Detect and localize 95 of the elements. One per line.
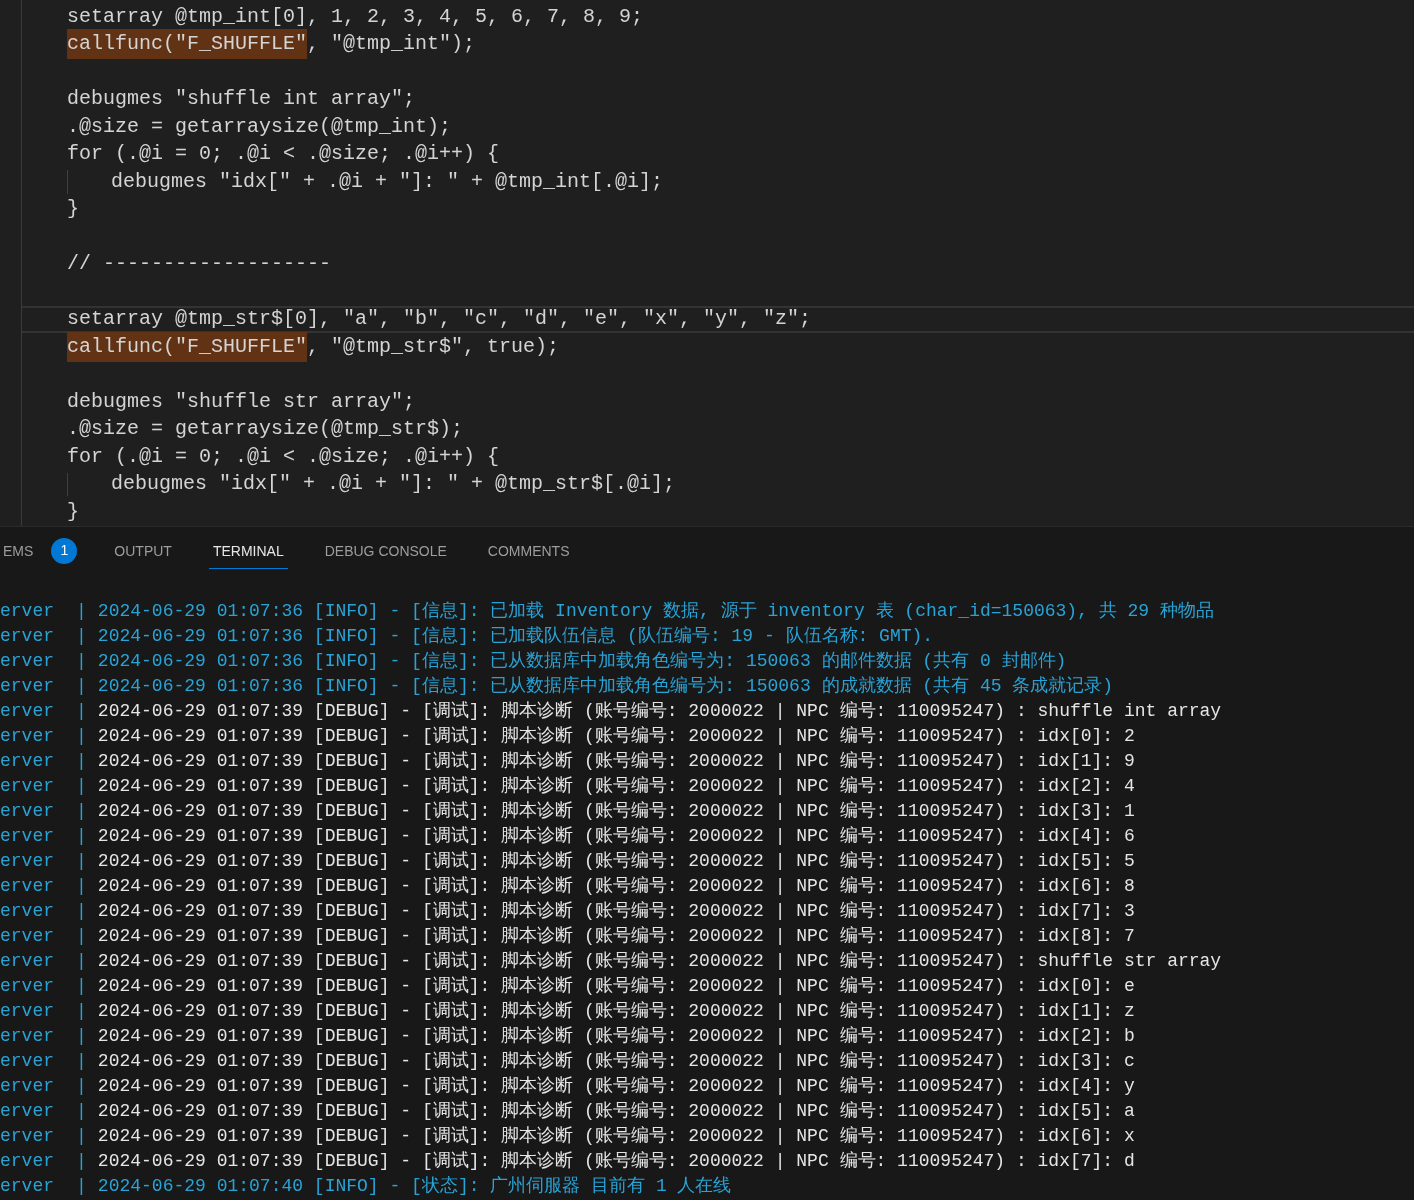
log-line: 2024-06-29 01:07:40 [INFO] - [状态]: 广州伺服器 目前有 1 人在线 xyxy=(97,1175,732,1198)
panel-tab[interactable]: OUTPUT xyxy=(110,534,176,569)
log-line: 2024-06-29 01:07:39 [DEBUG] - [调试]: 脚本诊断 (账号编号: 2000022 | NPC 编号: 110095247) : idx[2]: 4 xyxy=(97,775,1135,798)
log-line: 2024-06-29 01:07:36 [INFO] - [信息]: 已加载 Inventory 数据, 源于 inventory 表 (char_id=150063), 共 29 种物品 xyxy=(97,600,1214,623)
terminal-source: erver xyxy=(0,800,54,823)
log-line: 2024-06-29 01:07:36 [INFO] - [信息]: 已加载队伍信息 (队伍编号: 19 - 队伍名称: GMT). xyxy=(97,625,934,648)
log-line: 2024-06-29 01:07:39 [DEBUG] - [调试]: 脚本诊断 (账号编号: 2000022 | NPC 编号: 110095247) : idx[3]: 1 xyxy=(97,800,1135,823)
separator: | xyxy=(76,875,87,898)
log-line: 2024-06-29 01:07:39 [DEBUG] - [调试]: 脚本诊断 (账号编号: 2000022 | NPC 编号: 110095247) : shuffle int array xyxy=(97,700,1222,723)
separator: | xyxy=(76,700,87,723)
panel-tab[interactable]: EMS xyxy=(0,534,38,569)
separator: | xyxy=(76,850,87,873)
panel-tab[interactable]: COMMENTS xyxy=(483,534,574,569)
terminal-source: erver xyxy=(0,1075,54,1098)
separator: | xyxy=(76,1025,87,1048)
log-line: 2024-06-29 01:07:39 [DEBUG] - [调试]: 脚本诊断 (账号编号: 2000022 | NPC 编号: 110095247) : idx[3]: c xyxy=(97,1050,1135,1073)
highlighted-code: callfunc("F_SHUFFLE" xyxy=(67,331,308,362)
log-line: 2024-06-29 01:07:39 [DEBUG] - [调试]: 脚本诊断 (账号编号: 2000022 | NPC 编号: 110095247) : idx[5]: 5 xyxy=(97,850,1135,873)
code-text: } xyxy=(67,498,79,525)
terminal-source: erver xyxy=(0,675,54,698)
separator: | xyxy=(76,625,87,648)
code-text: setarray @tmp_int[0], 1, 2, 3, 4, 5, 6, 7, 8, 9; xyxy=(67,3,644,30)
terminal-source: erver xyxy=(0,975,54,998)
separator: | xyxy=(76,1075,87,1098)
separator: | xyxy=(76,825,87,848)
code-text: debugmes "idx[" + .@i + "]: " + @tmp_str$[.@i]; xyxy=(111,471,676,498)
log-line: 2024-06-29 01:07:39 [DEBUG] - [调试]: 脚本诊断 (账号编号: 2000022 | NPC 编号: 110095247) : idx[1]: z xyxy=(97,1000,1135,1023)
separator: | xyxy=(76,900,87,923)
terminal-source: erver xyxy=(0,1025,54,1048)
terminal-source: erver xyxy=(0,850,54,873)
log-line: 2024-06-29 01:07:39 [DEBUG] - [调试]: 脚本诊断 (账号编号: 2000022 | NPC 编号: 110095247) : idx[1]: 9 xyxy=(97,750,1135,773)
terminal-source: erver xyxy=(0,1050,54,1073)
separator: | xyxy=(76,650,87,673)
separator: | xyxy=(76,925,87,948)
terminal-source: erver xyxy=(0,1000,54,1023)
code-text: // ------------------- xyxy=(67,251,332,278)
code-text: , "@tmp_int"); xyxy=(307,31,476,58)
log-line: 2024-06-29 01:07:39 [DEBUG] - [调试]: 脚本诊断 (账号编号: 2000022 | NPC 编号: 110095247) : shuffle str array xyxy=(97,950,1222,973)
log-line: 2024-06-29 01:07:39 [DEBUG] - [调试]: 脚本诊断 (账号编号: 2000022 | NPC 编号: 110095247) : idx[7]: d xyxy=(97,1150,1135,1173)
highlighted-code: callfunc("F_SHUFFLE" xyxy=(67,29,308,60)
terminal-source: erver xyxy=(0,600,54,623)
code-text: .@size = getarraysize(@tmp_int); xyxy=(67,113,452,140)
separator: | xyxy=(76,1100,87,1123)
log-line: 2024-06-29 01:07:39 [DEBUG] - [调试]: 脚本诊断 (账号编号: 2000022 | NPC 编号: 110095247) : idx[8]: 7 xyxy=(97,925,1135,948)
separator: | xyxy=(76,775,87,798)
log-line: 2024-06-29 01:07:36 [INFO] - [信息]: 已从数据库中加载角色编号为: 150063 的成就数据 (共有 45 条成就记录) xyxy=(97,675,1114,698)
log-line: 2024-06-29 01:07:39 [DEBUG] - [调试]: 脚本诊断 (账号编号: 2000022 | NPC 编号: 110095247) : idx[4]: y xyxy=(97,1075,1135,1098)
terminal-source: erver xyxy=(0,875,54,898)
code-text: } xyxy=(67,196,79,223)
code-text: debugmes "idx[" + .@i + "]: " + @tmp_int[.@i]; xyxy=(111,168,664,195)
code-text: .@size = getarraysize(@tmp_str$); xyxy=(67,416,464,443)
separator: | xyxy=(76,950,87,973)
separator: | xyxy=(76,975,87,998)
terminal-source: erver xyxy=(0,725,54,748)
terminal-source: erver xyxy=(0,650,54,673)
code-text: debugmes "shuffle str array"; xyxy=(67,388,416,415)
terminal-source: erver xyxy=(0,775,54,798)
log-line: 2024-06-29 01:07:39 [DEBUG] - [调试]: 脚本诊断 (账号编号: 2000022 | NPC 编号: 110095247) : idx[4]: 6 xyxy=(97,825,1135,848)
separator: | xyxy=(76,1125,87,1148)
terminal-source: erver xyxy=(0,950,54,973)
terminal-source: erver xyxy=(0,1125,54,1148)
code-text: for (.@i = 0; .@i < .@size; .@i++) { xyxy=(67,443,500,470)
separator: | xyxy=(76,1150,87,1173)
separator: | xyxy=(76,1050,87,1073)
terminal-source: erver xyxy=(0,1150,54,1173)
terminal-source: erver xyxy=(0,700,54,723)
log-line: 2024-06-29 01:07:39 [DEBUG] - [调试]: 脚本诊断 (账号编号: 2000022 | NPC 编号: 110095247) : idx[6]: 8 xyxy=(97,875,1135,898)
separator: | xyxy=(76,725,87,748)
separator: | xyxy=(76,600,87,623)
panel-tab[interactable]: TERMINAL xyxy=(208,534,288,569)
count-badge: 1 xyxy=(51,537,78,564)
terminal-source: erver xyxy=(0,825,54,848)
code-text: setarray @tmp_str$[0], "a", "b", "c", "d", "e", "x", "y", "z"; xyxy=(67,306,812,333)
code-text: for (.@i = 0; .@i < .@size; .@i++) { xyxy=(67,141,500,168)
log-line: 2024-06-29 01:07:39 [DEBUG] - [调试]: 脚本诊断 (账号编号: 2000022 | NPC 编号: 110095247) : idx[0]: e xyxy=(97,975,1135,998)
log-line: 2024-06-29 01:07:39 [DEBUG] - [调试]: 脚本诊断 (账号编号: 2000022 | NPC 编号: 110095247) : idx[2]: b xyxy=(97,1025,1135,1048)
log-line: 2024-06-29 01:07:39 [DEBUG] - [调试]: 脚本诊断 (账号编号: 2000022 | NPC 编号: 110095247) : idx[6]: x xyxy=(97,1125,1135,1148)
terminal-source: erver xyxy=(0,1175,54,1198)
terminal-source: erver xyxy=(0,900,54,923)
panel-tab[interactable]: DEBUG CONSOLE xyxy=(320,534,451,569)
log-line: 2024-06-29 01:07:39 [DEBUG] - [调试]: 脚本诊断 (账号编号: 2000022 | NPC 编号: 110095247) : idx[5]: a xyxy=(97,1100,1135,1123)
separator: | xyxy=(76,1000,87,1023)
separator: | xyxy=(76,800,87,823)
terminal-source: erver xyxy=(0,625,54,648)
log-line: 2024-06-29 01:07:39 [DEBUG] - [调试]: 脚本诊断 (账号编号: 2000022 | NPC 编号: 110095247) : idx[0]: 2 xyxy=(97,725,1135,748)
separator: | xyxy=(76,1175,87,1198)
code-text: debugmes "shuffle int array"; xyxy=(67,86,416,113)
separator: | xyxy=(76,675,87,698)
code-text: , "@tmp_str$", true); xyxy=(307,333,560,360)
log-line: 2024-06-29 01:07:39 [DEBUG] - [调试]: 脚本诊断 (账号编号: 2000022 | NPC 编号: 110095247) : idx[7]: 3 xyxy=(97,900,1135,923)
separator: | xyxy=(76,750,87,773)
terminal-source: erver xyxy=(0,750,54,773)
terminal-source: erver xyxy=(0,1100,54,1123)
log-line: 2024-06-29 01:07:36 [INFO] - [信息]: 已从数据库中加载角色编号为: 150063 的邮件数据 (共有 0 封邮件) xyxy=(97,650,1067,673)
terminal-source: erver xyxy=(0,925,54,948)
